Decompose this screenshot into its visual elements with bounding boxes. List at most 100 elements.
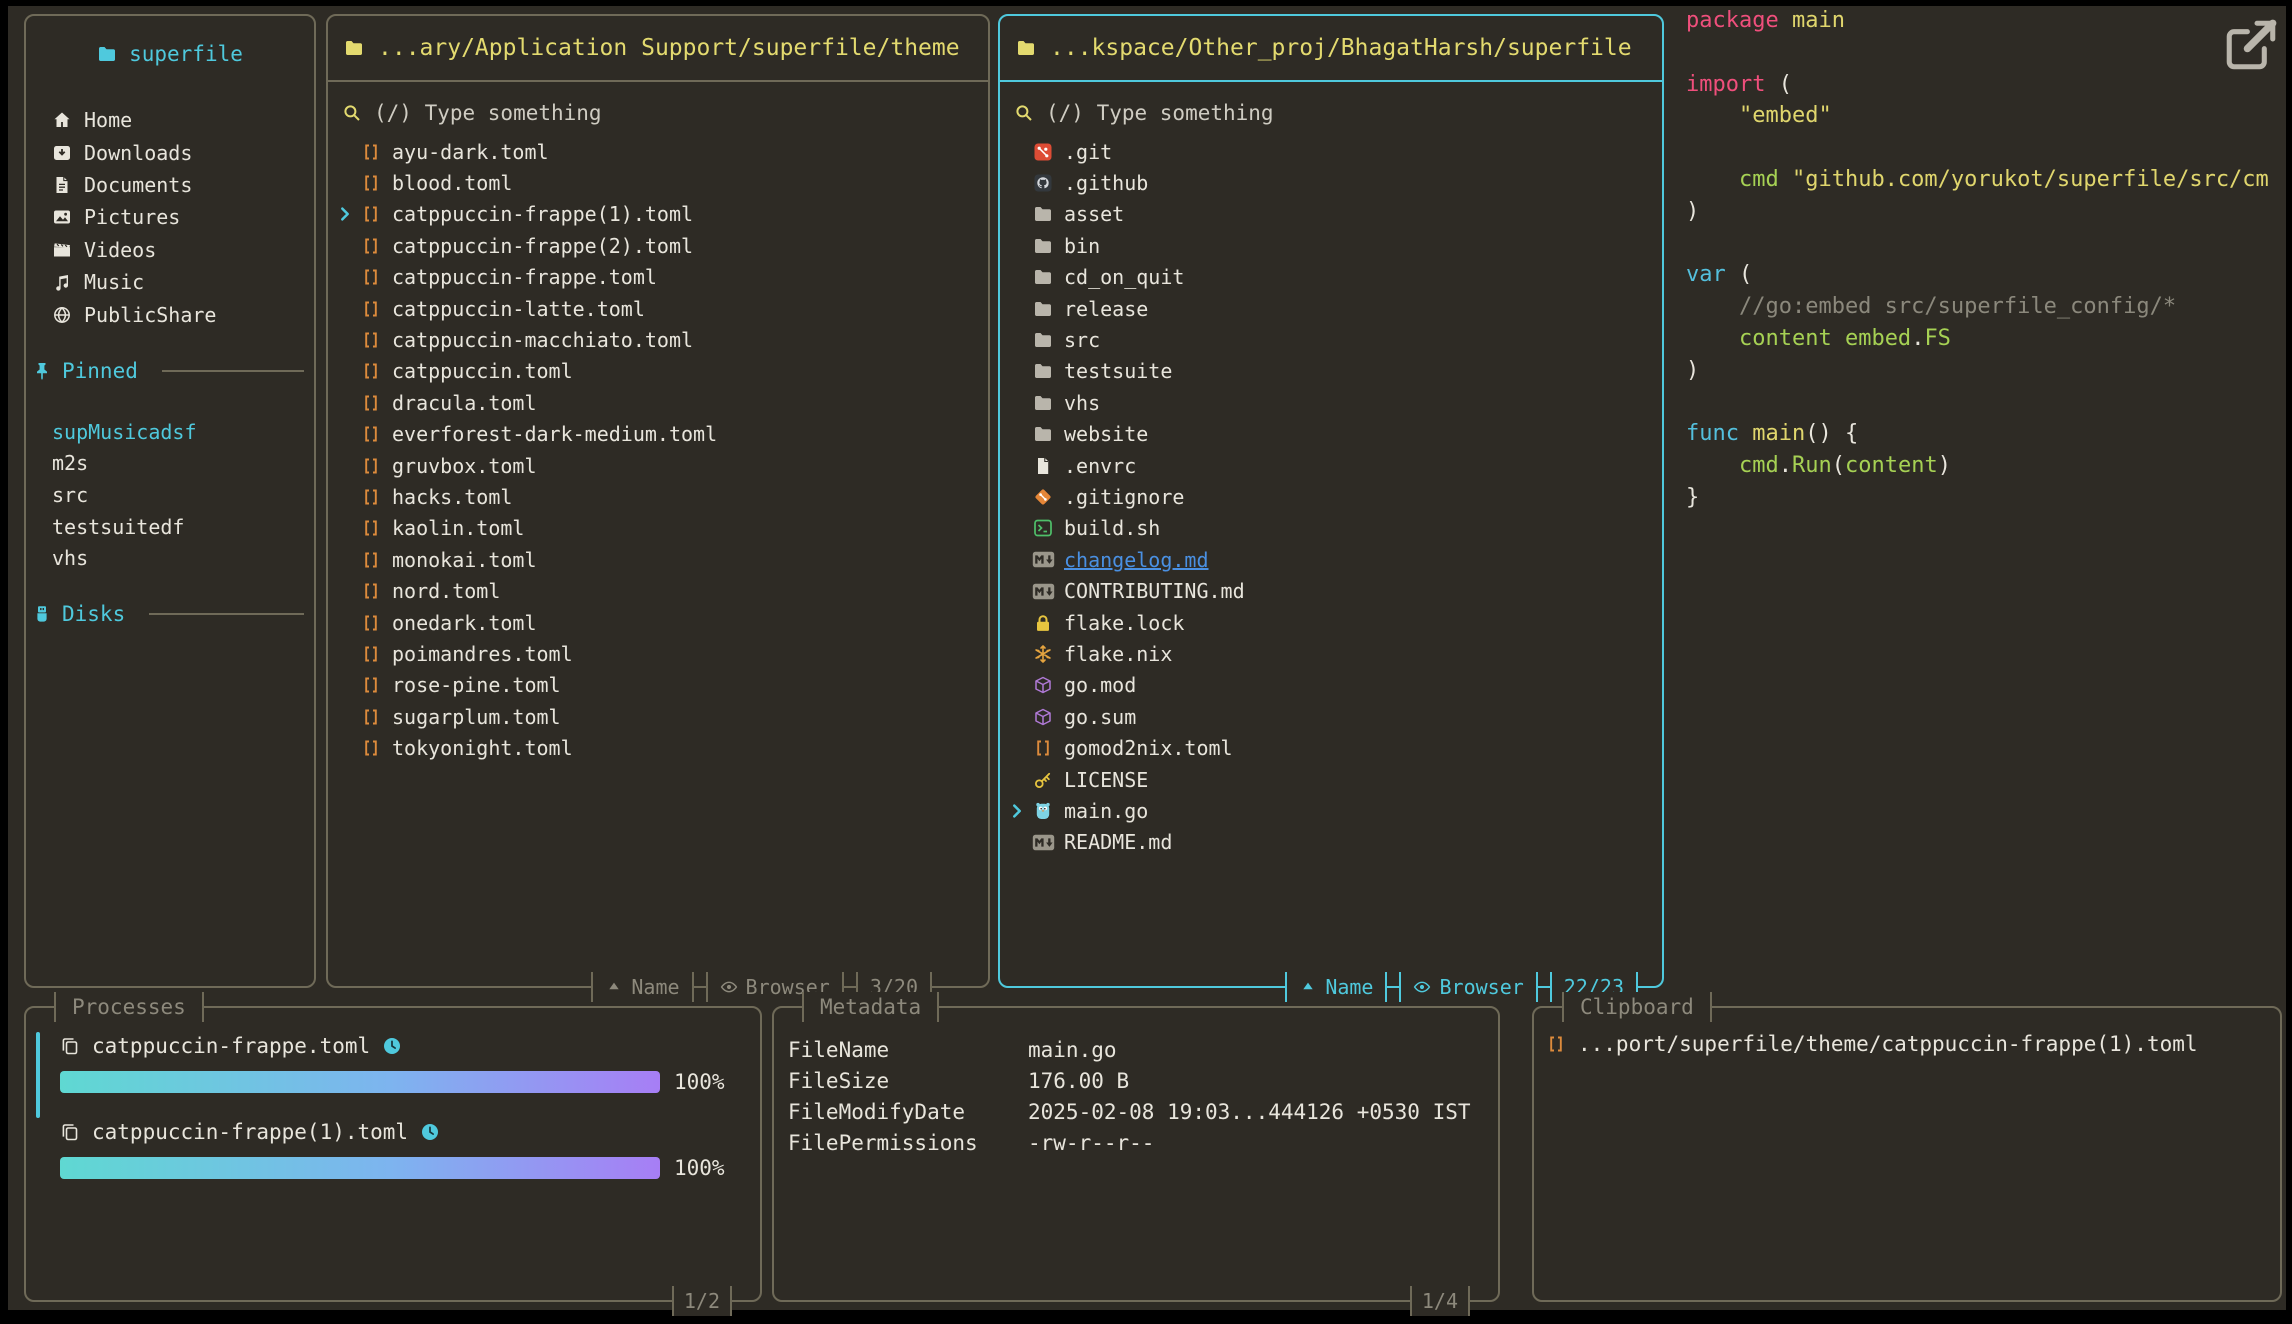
file-row-kaolin.toml[interactable]: kaolin.toml bbox=[328, 513, 988, 544]
file-row-nord.toml[interactable]: nord.toml bbox=[328, 575, 988, 606]
file-name: website bbox=[1064, 422, 1148, 446]
file-row-catppuccin-frappe(2).toml[interactable]: catppuccin-frappe(2).toml bbox=[328, 230, 988, 261]
key-icon bbox=[1026, 770, 1060, 790]
file-row-CONTRIBUTING.md[interactable]: CONTRIBUTING.md bbox=[1000, 575, 1662, 606]
file-row-build.sh[interactable]: build.sh bbox=[1000, 513, 1662, 544]
file-name: monokai.toml bbox=[392, 548, 537, 572]
toml-icon bbox=[361, 707, 381, 727]
file-row-gruvbox.toml[interactable]: gruvbox.toml bbox=[328, 450, 988, 481]
file-name: gruvbox.toml bbox=[392, 454, 537, 478]
file-row-main.go[interactable]: main.go bbox=[1000, 795, 1662, 826]
code-token: ) bbox=[1686, 358, 1699, 383]
sidebar-item-home[interactable]: Home bbox=[26, 104, 314, 136]
file-name: cd_on_quit bbox=[1064, 265, 1184, 289]
code-token: "github.com/yorukot/superfile/src/cm bbox=[1792, 167, 2269, 192]
sidebar-item-downloads[interactable]: Downloads bbox=[26, 136, 314, 168]
pinned-item-src[interactable]: src bbox=[26, 479, 314, 511]
file-row-.github[interactable]: .github bbox=[1000, 167, 1662, 198]
metadata-row: FileModifyDate2025-02-08 19:03...444126 … bbox=[788, 1096, 1488, 1127]
external-link-icon[interactable] bbox=[2222, 16, 2280, 74]
sidebar-item-label: Downloads bbox=[84, 141, 192, 165]
file-row-everforest-dark-medium.toml[interactable]: everforest-dark-medium.toml bbox=[328, 419, 988, 450]
cursor-icon bbox=[1000, 802, 1026, 820]
code-token: content bbox=[1739, 326, 1845, 351]
file-row-blood.toml[interactable]: blood.toml bbox=[328, 167, 988, 198]
file-row-onedark.toml[interactable]: onedark.toml bbox=[328, 607, 988, 638]
file-row-catppuccin-macchiato.toml[interactable]: catppuccin-macchiato.toml bbox=[328, 324, 988, 355]
metadata-title: Metadata bbox=[802, 992, 939, 1022]
toml-icon bbox=[354, 424, 388, 444]
file-row-sugarplum.toml[interactable]: sugarplum.toml bbox=[328, 701, 988, 732]
folder-icon bbox=[1026, 361, 1060, 381]
toml-icon bbox=[1033, 738, 1053, 758]
folder-icon bbox=[1033, 204, 1053, 224]
pinned-item-m2s[interactable]: m2s bbox=[26, 447, 314, 479]
clipboard-title: Clipboard bbox=[1562, 992, 1712, 1022]
file-row-tokyonight.toml[interactable]: tokyonight.toml bbox=[328, 732, 988, 763]
code-line bbox=[1686, 231, 2292, 263]
file-row-.envrc[interactable]: .envrc bbox=[1000, 450, 1662, 481]
file-row-flake.nix[interactable]: flake.nix bbox=[1000, 638, 1662, 669]
search-input[interactable]: (/) Type something bbox=[342, 98, 974, 128]
mode-chip[interactable]: Browser bbox=[1399, 972, 1537, 1002]
file-name: testsuite bbox=[1064, 359, 1172, 383]
file-name: go.mod bbox=[1064, 673, 1136, 697]
file-row-src[interactable]: src bbox=[1000, 324, 1662, 355]
pinned-item-testsuitedf[interactable]: testsuitedf bbox=[26, 511, 314, 543]
process-item[interactable]: catppuccin-frappe.toml100% bbox=[26, 1030, 760, 1094]
file-row-go.mod[interactable]: go.mod bbox=[1000, 670, 1662, 701]
file-name: go.sum bbox=[1064, 705, 1136, 729]
file-row-poimandres.toml[interactable]: poimandres.toml bbox=[328, 638, 988, 669]
file-row-dracula.toml[interactable]: dracula.toml bbox=[328, 387, 988, 418]
file-row-changelog.md[interactable]: changelog.md bbox=[1000, 544, 1662, 575]
sidebar-item-documents[interactable]: Documents bbox=[26, 169, 314, 201]
file-row-flake.lock[interactable]: flake.lock bbox=[1000, 607, 1662, 638]
code-token: //go:embed src/superfile_config/* bbox=[1686, 294, 2176, 319]
file-row-catppuccin-frappe.toml[interactable]: catppuccin-frappe.toml bbox=[328, 262, 988, 293]
sidebar-item-publicshare[interactable]: PublicShare bbox=[26, 298, 314, 330]
search-placeholder: (/) Type something bbox=[1046, 101, 1274, 125]
documents-icon bbox=[52, 175, 72, 195]
file-row-ayu-dark.toml[interactable]: ayu-dark.toml bbox=[328, 136, 988, 167]
file-row-catppuccin-frappe(1).toml[interactable]: catppuccin-frappe(1).toml bbox=[328, 199, 988, 230]
file-row-hacks.toml[interactable]: hacks.toml bbox=[328, 481, 988, 512]
sidebar-item-pictures[interactable]: Pictures bbox=[26, 201, 314, 233]
file-row-monokai.toml[interactable]: monokai.toml bbox=[328, 544, 988, 575]
file-name: .git bbox=[1064, 140, 1112, 164]
process-item[interactable]: catppuccin-frappe(1).toml100% bbox=[26, 1116, 760, 1180]
file-row-.git[interactable]: .git bbox=[1000, 136, 1662, 167]
search-input[interactable]: (/) Type something bbox=[1014, 98, 1648, 128]
pinned-item-supmusicadsf[interactable]: supMusicadsf bbox=[26, 416, 314, 448]
toml-icon bbox=[361, 550, 381, 570]
file-row-catppuccin.toml[interactable]: catppuccin.toml bbox=[328, 356, 988, 387]
sort-chip[interactable]: Name bbox=[591, 972, 693, 1002]
code-token: "embed" bbox=[1686, 103, 1832, 128]
toml-icon bbox=[361, 173, 381, 193]
file-name: catppuccin-frappe.toml bbox=[392, 265, 657, 289]
file-row-gomod2nix.toml[interactable]: gomod2nix.toml bbox=[1000, 732, 1662, 763]
file-row-rose-pine.toml[interactable]: rose-pine.toml bbox=[328, 670, 988, 701]
sidebar-item-music[interactable]: Music bbox=[26, 266, 314, 298]
file-row-testsuite[interactable]: testsuite bbox=[1000, 356, 1662, 387]
file-row-release[interactable]: release bbox=[1000, 293, 1662, 324]
file-list-1: .git .githubassetbin cd_on_quitreleasesrc t… bbox=[1000, 136, 1662, 858]
file-row-website[interactable]: website bbox=[1000, 419, 1662, 450]
file-row-cd_on_quit[interactable]: cd_on_quit bbox=[1000, 262, 1662, 293]
sort-chip[interactable]: Name bbox=[1285, 972, 1387, 1002]
file-row-go.sum[interactable]: go.sum bbox=[1000, 701, 1662, 732]
toml-icon bbox=[354, 142, 388, 162]
file-name: CONTRIBUTING.md bbox=[1064, 579, 1245, 603]
file-row-bin[interactable]: bin bbox=[1000, 230, 1662, 261]
toml-icon bbox=[361, 675, 381, 695]
sort-label: Name bbox=[1325, 975, 1373, 999]
file-row-asset[interactable]: asset bbox=[1000, 199, 1662, 230]
lock-icon bbox=[1033, 613, 1053, 633]
file-row-vhs[interactable]: vhs bbox=[1000, 387, 1662, 418]
sidebar-item-videos[interactable]: Videos bbox=[26, 234, 314, 266]
pinned-item-vhs[interactable]: vhs bbox=[26, 542, 314, 574]
file-row-catppuccin-latte.toml[interactable]: catppuccin-latte.toml bbox=[328, 293, 988, 324]
file-row-LICENSE[interactable]: LICENSE bbox=[1000, 764, 1662, 795]
file-row-README.md[interactable]: README.md bbox=[1000, 827, 1662, 858]
file-row-.gitignore[interactable]: .gitignore bbox=[1000, 481, 1662, 512]
file-name: dracula.toml bbox=[392, 391, 537, 415]
